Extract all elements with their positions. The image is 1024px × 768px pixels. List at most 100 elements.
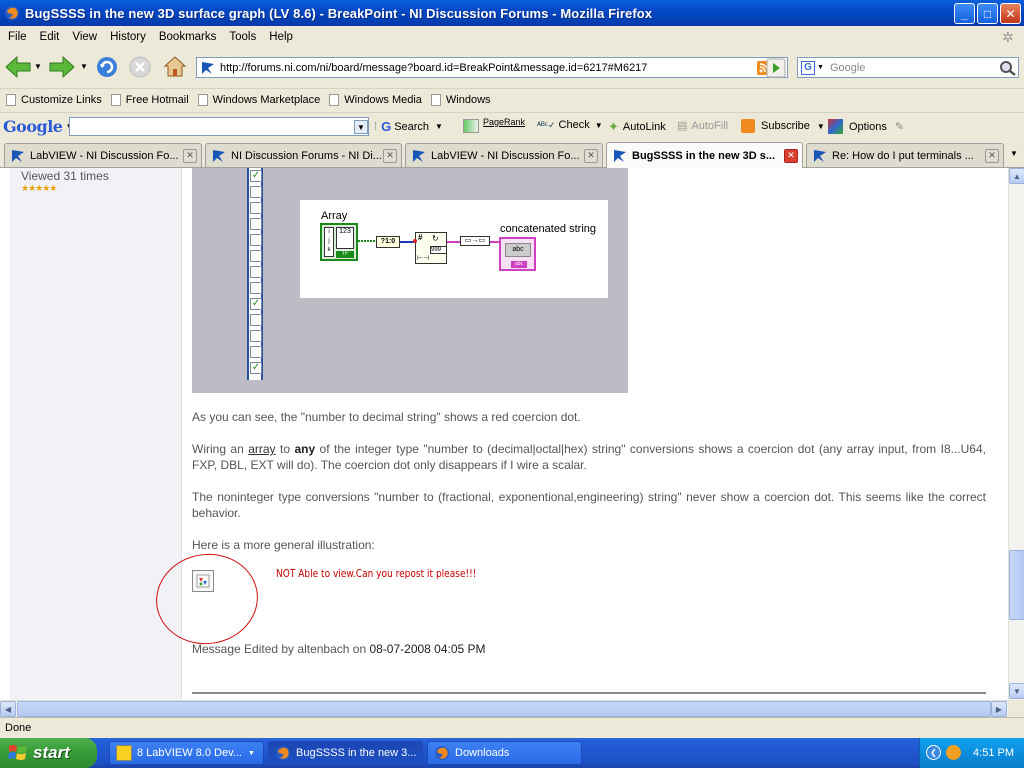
edited-date: 08-07-2008 04:05 PM <box>369 642 486 656</box>
reload-icon[interactable] <box>95 55 119 79</box>
url-bar[interactable]: http://forums.ni.com/ni/board/message?bo… <box>196 57 788 78</box>
autolink-icon: ✦ <box>608 119 619 134</box>
page-icon <box>329 93 340 106</box>
google-logo[interactable]: Google <box>3 117 63 136</box>
concat-string-label: concatenated string <box>500 223 597 235</box>
bookmark-item[interactable]: Free Hotmail <box>110 93 189 106</box>
google-search-input[interactable] <box>69 117 369 136</box>
string-wire-icon <box>447 241 461 243</box>
taskbar-item-label: 8 LabVIEW 8.0 Dev... <box>137 747 242 759</box>
tab-list-dropdown-icon[interactable]: ▼ <box>1010 149 1018 158</box>
bookmark-label: Windows <box>445 93 491 106</box>
tab-labview-2[interactable]: LabVIEW - NI Discussion Fo... ✕ <box>405 143 603 167</box>
start-button[interactable]: start <box>0 738 97 768</box>
forward-arrow-icon[interactable] <box>48 55 76 79</box>
tab-label: LabVIEW - NI Discussion Fo... <box>30 149 179 162</box>
taskbar-item-labview[interactable]: 8 LabVIEW 8.0 Dev... ▼ <box>109 741 264 765</box>
tray-expand-icon[interactable]: ❮ <box>926 745 941 760</box>
bookmark-item[interactable]: Windows Media <box>329 93 422 106</box>
home-icon[interactable] <box>162 54 188 78</box>
tab-close-icon[interactable]: ✕ <box>584 148 598 163</box>
scroll-down-icon[interactable]: ▼ <box>1009 683 1024 699</box>
search-placeholder[interactable]: Google <box>826 62 998 74</box>
forward-dropdown-icon[interactable]: ▼ <box>80 62 88 71</box>
taskbar-item-downloads[interactable]: Downloads <box>427 741 582 765</box>
magnifier-icon[interactable] <box>998 59 1018 77</box>
labview-icon <box>116 745 132 761</box>
google-g-icon: G <box>381 119 392 134</box>
tab-terminals[interactable]: Re: How do I put terminals ... ✕ <box>806 143 1004 167</box>
checkbox <box>250 218 262 230</box>
go-icon[interactable] <box>766 58 786 78</box>
scroll-left-icon[interactable]: ◀ <box>0 701 16 717</box>
stop-icon[interactable] <box>129 56 151 78</box>
autolink-button[interactable]: ✦ AutoLink <box>608 119 666 135</box>
numeric-element: 123 <box>336 227 354 249</box>
bool-to-int-node: ?1:0 <box>376 236 400 248</box>
horizontal-scrollbar[interactable]: ◀ ▶ <box>0 700 1008 717</box>
page-icon <box>197 93 208 106</box>
subscribe-dropdown-icon[interactable]: ▼ <box>817 122 825 131</box>
page-icon <box>430 93 441 106</box>
bookmark-item[interactable]: Windows <box>430 93 491 106</box>
tab-ni-discussion[interactable]: NI Discussion Forums - NI Di... ✕ <box>205 143 402 167</box>
scroll-up-icon[interactable]: ▲ <box>1009 168 1024 184</box>
menu-bookmarks[interactable]: Bookmarks <box>154 31 225 43</box>
start-label: start <box>33 743 70 762</box>
maximize-button[interactable]: □ <box>977 3 998 24</box>
clock[interactable]: 4:51 PM <box>973 747 1014 759</box>
search-engine-icon[interactable]: G <box>801 60 815 75</box>
ni-favicon-icon <box>413 149 425 162</box>
tab-labview-1[interactable]: LabVIEW - NI Discussion Fo... ✕ <box>4 143 202 167</box>
broken-image-icon[interactable] <box>192 570 214 592</box>
back-dropdown-icon[interactable]: ▼ <box>34 62 42 71</box>
subscribe-button[interactable]: Subscribe ▼ <box>741 119 825 133</box>
horizontal-scroll-thumb[interactable] <box>17 701 991 717</box>
checkbox <box>250 234 262 246</box>
array-link[interactable]: array <box>248 442 275 456</box>
rating-stars: ★★★★★ <box>21 183 57 193</box>
page-icon <box>6 93 16 106</box>
menu-view[interactable]: View <box>67 31 105 43</box>
menu-tools[interactable]: Tools <box>224 31 264 43</box>
menu-history[interactable]: History <box>105 31 154 43</box>
menu-help[interactable]: Help <box>264 31 301 43</box>
tab-close-icon[interactable]: ✕ <box>183 148 197 163</box>
close-button[interactable]: ✕ <box>1000 3 1021 24</box>
search-dropdown-icon[interactable]: ▼ <box>435 122 443 131</box>
tab-bugssss-active[interactable]: BugSSSS in the new 3D s... ✕ <box>606 142 803 168</box>
check-dropdown-icon[interactable]: ▼ <box>595 121 603 130</box>
tab-close-icon[interactable]: ✕ <box>985 148 999 163</box>
p2-bold: any <box>294 442 316 456</box>
tab-close-icon[interactable]: ✕ <box>784 148 798 163</box>
taskbar-item-firefox[interactable]: BugSSSS in the new 3... <box>268 741 423 765</box>
search-engine-dropdown-icon[interactable]: ▼ <box>817 64 824 71</box>
vertical-scroll-thumb[interactable] <box>1009 550 1024 620</box>
google-input-dropdown-icon[interactable]: ▼ <box>354 120 368 134</box>
menu-file[interactable]: File <box>3 31 35 43</box>
pencil-icon[interactable]: ✎ <box>895 120 904 133</box>
options-button[interactable]: Options ✎ <box>828 119 904 134</box>
pagerank-indicator[interactable]: PageRank <box>463 117 525 133</box>
url-text[interactable]: http://forums.ni.com/ni/board/message?bo… <box>216 62 757 74</box>
tab-close-icon[interactable]: ✕ <box>383 148 397 163</box>
minimize-button[interactable]: _ <box>954 3 975 24</box>
bookmark-item[interactable]: Windows Marketplace <box>197 93 320 106</box>
checkbox <box>250 314 262 326</box>
checkbox <box>250 250 262 262</box>
autofill-button[interactable]: ▤ AutoFill <box>677 119 728 133</box>
bookmark-item[interactable]: Customize Links <box>6 93 102 106</box>
scroll-right-icon[interactable]: ▶ <box>991 701 1007 717</box>
vertical-scrollbar[interactable]: ▲ ▼ <box>1008 168 1024 700</box>
back-arrow-icon[interactable] <box>4 55 32 79</box>
tray-app-icon[interactable] <box>946 745 961 760</box>
view-count: Viewed 31 times <box>21 169 109 183</box>
google-search-button[interactable]: ⁞ G Search ▼ <box>374 119 443 134</box>
taskbar-item-label: Downloads <box>455 747 510 759</box>
search-box[interactable]: G ▼ Google <box>797 57 1019 78</box>
ni-favicon-icon <box>213 149 225 162</box>
spell-check-button[interactable]: ᴬᴮᶜ✓ Check ▼ <box>537 119 603 131</box>
menu-edit[interactable]: Edit <box>35 31 68 43</box>
bookmark-label: Free Hotmail <box>125 93 189 106</box>
autofill-icon: ▤ <box>677 120 688 132</box>
